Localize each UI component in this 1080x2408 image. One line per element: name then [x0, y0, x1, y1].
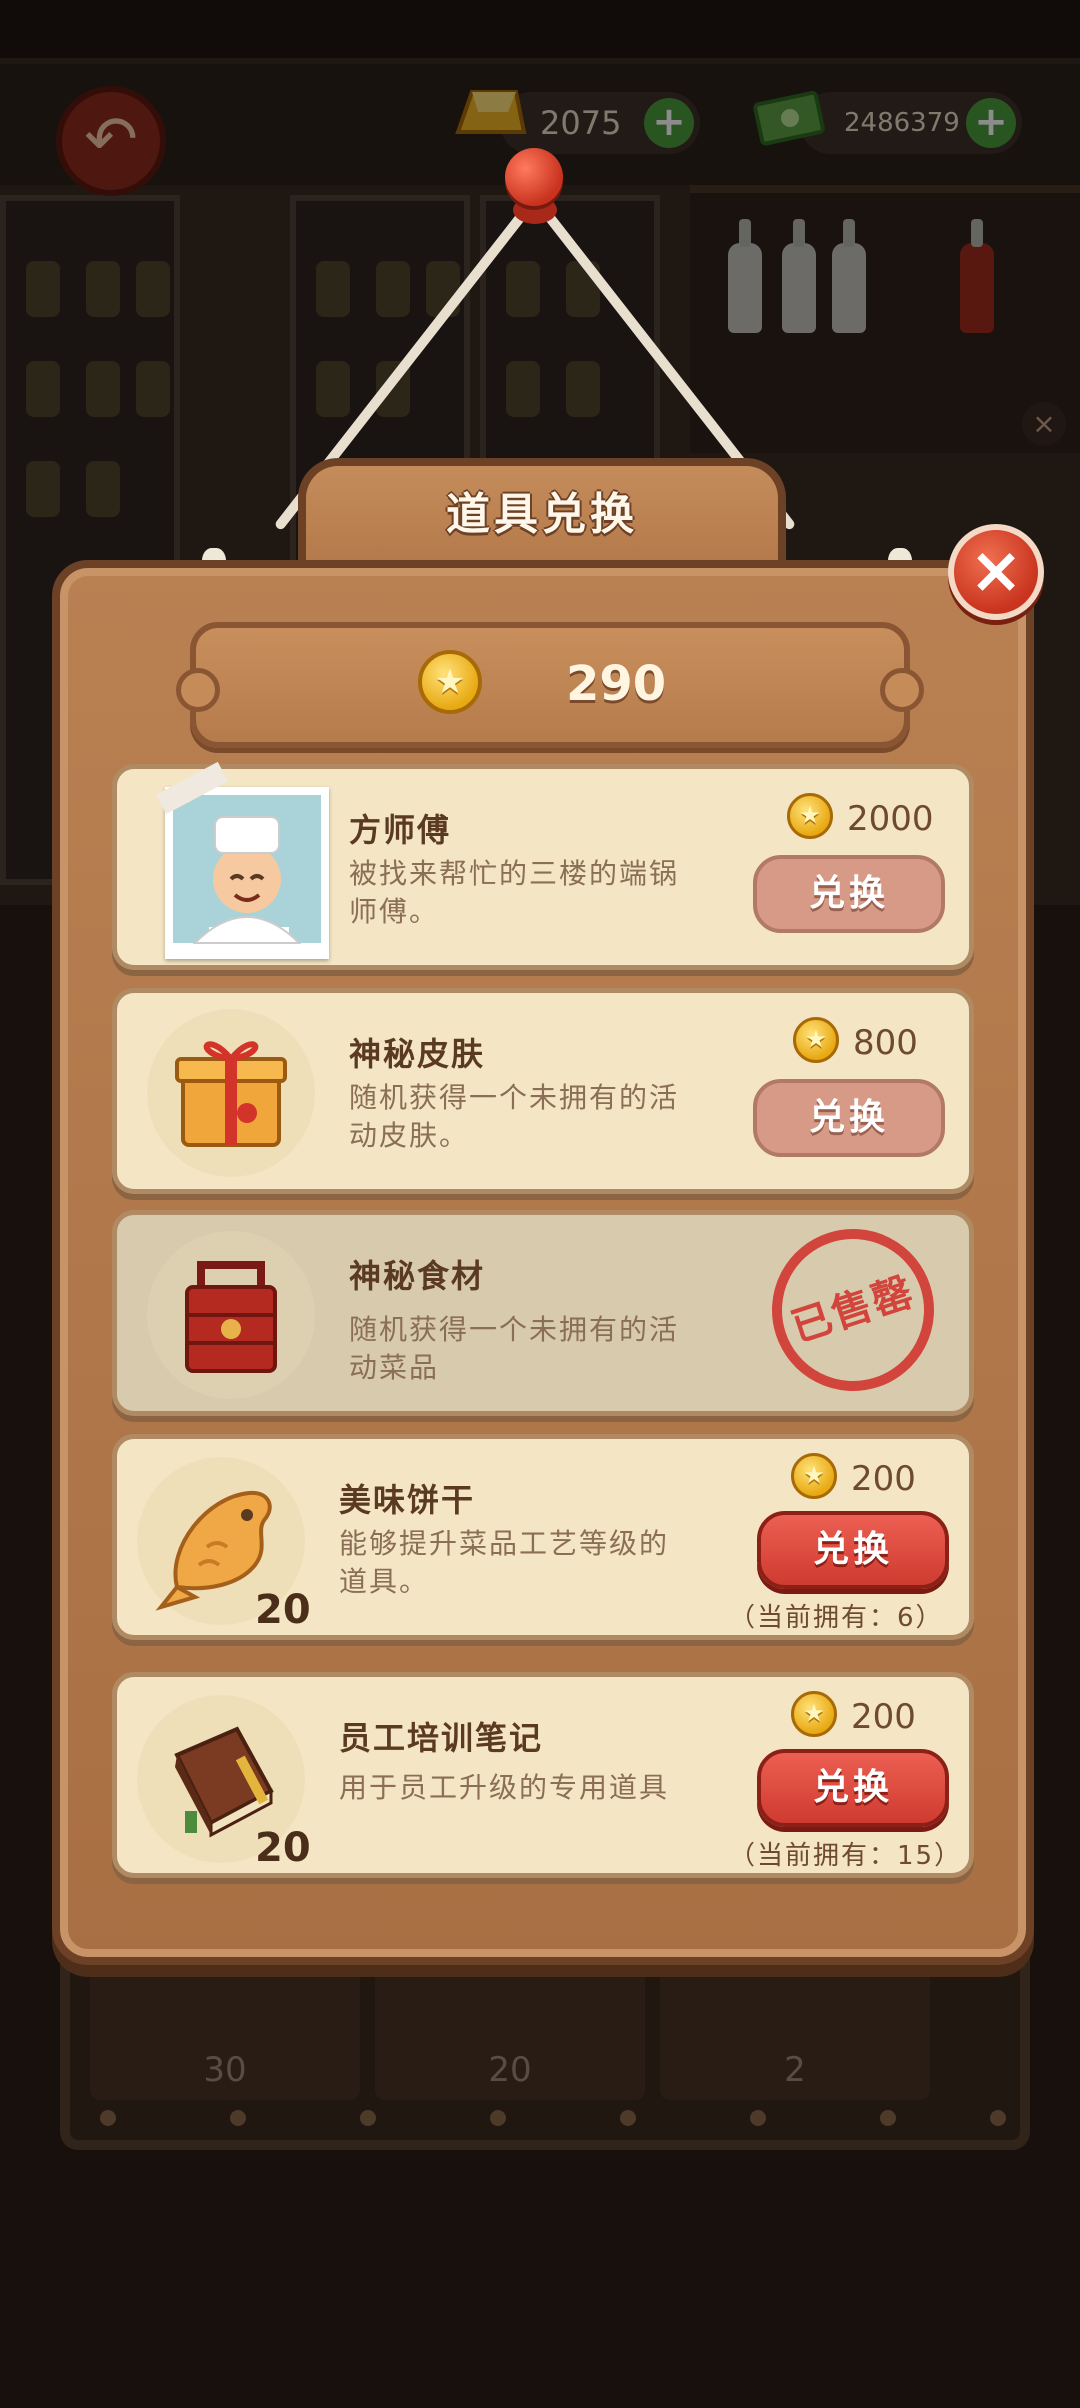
balance-bar: ★ 290 [176, 622, 924, 748]
item-description: 随机获得一个未拥有的活动皮肤。 [349, 1081, 680, 1152]
item-description: 能够提升菜品工艺等级的道具。 [339, 1527, 670, 1598]
item-count: 20 [255, 1825, 311, 1871]
sold-out-stamp: 已售罄 [750, 1207, 956, 1413]
chef-icon [173, 795, 321, 944]
food-box-icon [185, 1261, 277, 1373]
price-value: 800 [853, 1023, 918, 1063]
item-price: ★ 2000 [787, 793, 934, 839]
item-thumb [147, 1009, 315, 1177]
exchange-button[interactable]: 兑换 [757, 1511, 949, 1589]
item-card-cookie: 20 美味饼干 能够提升菜品工艺等级的道具。 ★ 200 兑换 （当前拥有：6） [112, 1434, 974, 1640]
push-pin-icon [505, 148, 563, 206]
close-icon: × [969, 534, 1023, 608]
item-card-mystery-skin: 神秘皮肤 随机获得一个未拥有的活动皮肤。 ★ 800 兑换 [112, 988, 974, 1194]
item-name: 美味饼干 [339, 1481, 476, 1519]
item-description: 随机获得一个未拥有的活动菜品 [349, 1313, 680, 1384]
item-description: 用于员工升级的专用道具 [339, 1771, 670, 1804]
exchange-button[interactable]: 兑换 [757, 1749, 949, 1827]
item-card-mystery-ingredient: 神秘食材 随机获得一个未拥有的活动菜品 已售罄 [112, 1207, 974, 1416]
coin-icon: ★ [418, 650, 482, 714]
close-button[interactable]: × [948, 524, 1044, 620]
item-thumb [147, 1231, 315, 1399]
chef-portrait [165, 787, 329, 959]
item-price: ★ 200 [791, 1691, 916, 1737]
item-name: 员工培训笔记 [339, 1719, 544, 1757]
item-name: 神秘食材 [349, 1257, 486, 1295]
item-card-training-notes: 20 员工培训笔记 用于员工升级的专用道具 ★ 200 兑换 （当前拥有：15） [112, 1672, 974, 1878]
price-value: 2000 [847, 799, 934, 839]
item-name: 方师傅 [349, 811, 452, 849]
owned-count: （当前拥有：6） [729, 1603, 944, 1633]
balance-value: 290 [566, 656, 667, 712]
coin-icon: ★ [791, 1691, 837, 1737]
coin-icon: ★ [793, 1017, 839, 1063]
item-card-chef: 方师傅 被找来帮忙的三楼的端锅师傅。 ★ 2000 兑换 [112, 761, 974, 970]
coin-icon: ★ [787, 793, 833, 839]
item-count: 20 [255, 1587, 311, 1633]
coin-icon: ★ [791, 1453, 837, 1499]
gift-box-icon [175, 1041, 287, 1147]
item-description: 被找来帮忙的三楼的端锅师傅。 [349, 857, 680, 928]
owned-count: （当前拥有：15） [729, 1841, 963, 1871]
item-name: 神秘皮肤 [349, 1035, 486, 1073]
exchange-button[interactable]: 兑换 [753, 1079, 945, 1157]
price-value: 200 [851, 1697, 916, 1737]
item-price: ★ 200 [791, 1453, 916, 1499]
exchange-button[interactable]: 兑换 [753, 855, 945, 933]
dialog-title: 道具兑换 [446, 489, 638, 540]
price-value: 200 [851, 1459, 916, 1499]
item-price: ★ 800 [793, 1017, 918, 1063]
